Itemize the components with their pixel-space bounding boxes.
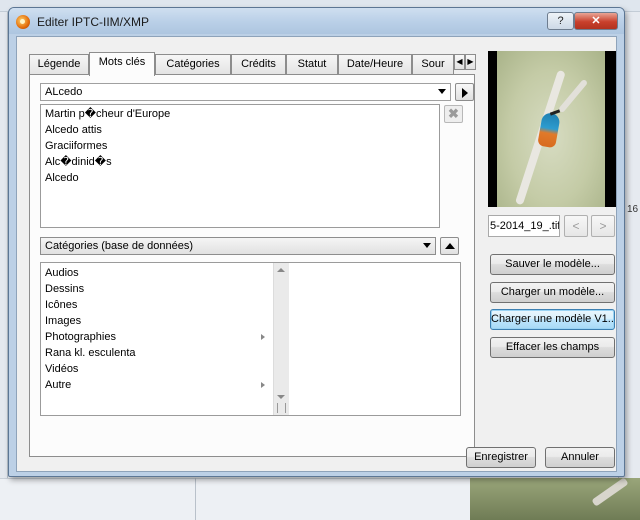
tab-legende[interactable]: Légende [29, 54, 89, 75]
help-button[interactable]: ? [547, 12, 574, 30]
title-bar[interactable]: Editer IPTC-IIM/XMP ? ✕ [9, 8, 624, 34]
list-item[interactable]: Photographies [41, 329, 273, 345]
background-number-label: 16 [627, 204, 639, 215]
save-button[interactable]: Enregistrer [466, 447, 536, 468]
list-item[interactable]: Graciiformes [41, 138, 439, 154]
list-item[interactable]: Alc�dinid�s [41, 154, 439, 170]
categories-scrollbar[interactable] [273, 263, 289, 415]
keyword-input[interactable]: ALcedo [40, 83, 451, 101]
clear-fields-button[interactable]: Effacer les champs [490, 337, 615, 358]
play-arrow-icon [462, 88, 468, 98]
scroll-up-icon[interactable] [277, 268, 285, 272]
resize-grip-icon[interactable] [277, 403, 286, 413]
list-item[interactable]: Dessins [41, 281, 273, 297]
tab-scroll-left-icon[interactable]: ◀ [454, 54, 465, 70]
tab-date-heure[interactable]: Date/Heure [338, 54, 412, 75]
previous-image-button[interactable]: < [564, 215, 588, 237]
submenu-arrow-icon [261, 334, 265, 340]
tab-statut[interactable]: Statut [286, 54, 338, 75]
dialog-client-area: Légende Mots clés Catégories Crédits Sta… [16, 36, 617, 472]
submenu-arrow-icon [261, 382, 265, 388]
tab-scroll-right-icon[interactable]: ▶ [465, 54, 476, 70]
chevron-down-icon[interactable] [423, 243, 431, 248]
tab-scroll-arrows: ◀ ▶ [454, 54, 476, 70]
tab-mots-cles[interactable]: Mots clés [89, 52, 155, 76]
tab-source[interactable]: Sour [412, 54, 454, 75]
list-item[interactable]: Rana kl. esculenta [41, 345, 273, 361]
list-item[interactable]: Vidéos [41, 361, 273, 377]
list-item[interactable]: Martin p�cheur d'Europe [41, 106, 439, 122]
filename-field[interactable]: 5-2014_19_.tif [488, 215, 560, 237]
background-divider [195, 478, 196, 520]
next-image-button[interactable]: > [591, 215, 615, 237]
list-item[interactable]: Autre [41, 377, 273, 393]
tab-categories[interactable]: Catégories [155, 54, 231, 75]
background-left-panel [0, 12, 8, 520]
list-item[interactable]: Audios [41, 265, 273, 281]
list-item[interactable]: Alcedo [41, 170, 439, 186]
delete-keyword-icon[interactable]: ✖ [444, 105, 463, 123]
categories-source-select[interactable]: Catégories (base de données) [40, 237, 436, 255]
list-item[interactable]: Images [41, 313, 273, 329]
load-template-button[interactable]: Charger un modèle... [490, 282, 615, 303]
keyword-input-value: ALcedo [45, 86, 83, 98]
categories-source-value: Catégories (base de données) [45, 240, 193, 252]
triangle-up-icon [445, 243, 455, 249]
image-preview [488, 51, 616, 207]
cancel-button[interactable]: Annuler [545, 447, 615, 468]
list-item[interactable]: Alcedo attis [41, 122, 439, 138]
keywords-panel: ALcedo Martin p�cheur d'Europe Alcedo at… [29, 74, 475, 457]
window-title: Editer IPTC-IIM/XMP [37, 15, 150, 29]
load-template-v1-button[interactable]: Charger une modèle V1... [490, 309, 615, 330]
save-template-button[interactable]: Sauver le modèle... [490, 254, 615, 275]
iptc-editor-dialog: Editer IPTC-IIM/XMP ? ✕ Légende Mots clé… [8, 7, 625, 477]
categories-list[interactable]: Audios Dessins Icônes Images Photographi… [40, 262, 461, 416]
tab-credits[interactable]: Crédits [231, 54, 286, 75]
close-button[interactable]: ✕ [574, 12, 618, 30]
app-icon [16, 15, 30, 29]
collapse-categories-button[interactable] [440, 237, 459, 255]
background-thumbnail-image[interactable] [470, 477, 640, 520]
add-keyword-button[interactable] [455, 83, 474, 101]
keywords-list[interactable]: Martin p�cheur d'Europe Alcedo attis Gra… [40, 104, 440, 228]
list-item[interactable]: Icônes [41, 297, 273, 313]
scroll-down-icon[interactable] [277, 395, 285, 399]
chevron-down-icon[interactable] [438, 89, 446, 94]
